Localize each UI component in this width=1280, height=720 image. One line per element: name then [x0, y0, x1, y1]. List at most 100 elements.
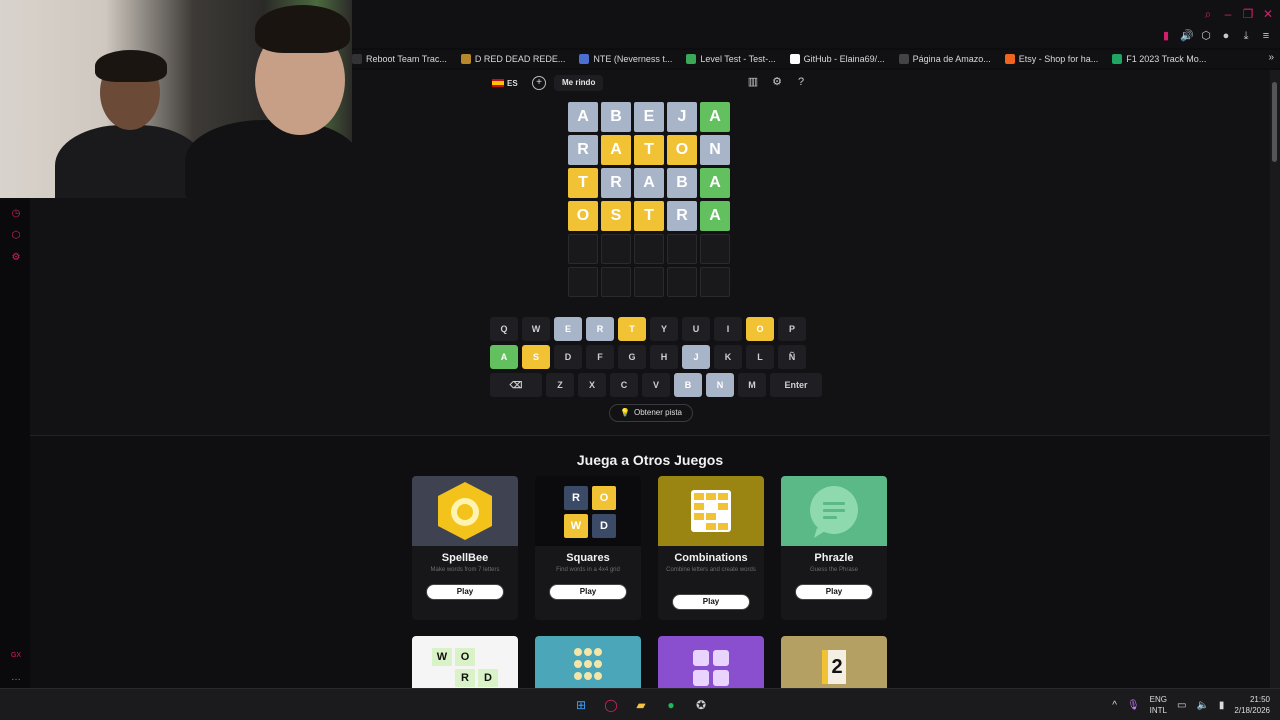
key-j[interactable]: J — [682, 345, 710, 369]
key-x[interactable]: X — [578, 373, 606, 397]
key-i[interactable]: I — [714, 317, 742, 341]
date: 2/18/2026 — [1234, 706, 1270, 715]
board-tile: B — [601, 102, 631, 132]
key-h[interactable]: H — [650, 345, 678, 369]
file-explorer-icon[interactable]: ▰ — [632, 696, 650, 714]
key-p[interactable]: P — [778, 317, 806, 341]
game-card-dots[interactable] — [535, 636, 641, 688]
card-subtitle: Guess the Phrase — [809, 567, 859, 573]
app-icon[interactable]: ✪ — [692, 696, 710, 714]
key-t[interactable]: T — [618, 317, 646, 341]
key-r[interactable]: R — [586, 317, 614, 341]
key-q[interactable]: Q — [490, 317, 518, 341]
key-d[interactable]: D — [554, 345, 582, 369]
gx-icon[interactable]: GX — [10, 650, 22, 662]
help-icon[interactable]: ? — [794, 75, 808, 89]
game-card-word[interactable]: W O R D — [412, 636, 518, 688]
search-icon[interactable]: ⌕ — [1202, 8, 1214, 20]
extensions-icon[interactable]: ⬡ — [10, 230, 22, 242]
spotify-icon[interactable]: ● — [662, 696, 680, 714]
game-card-squares[interactable]: R O W D Squares Find words in a 4x4 grid… — [535, 476, 641, 620]
volume-icon[interactable]: 🔊 — [1180, 30, 1194, 42]
settings-gear-icon[interactable]: ⚙ — [770, 75, 784, 89]
extensions-row: ▮ 🔊 ⬡ ● ⤓ ≡ — [1160, 30, 1272, 42]
minimize-icon[interactable]: – — [1222, 8, 1234, 20]
board-tile: T — [634, 201, 664, 231]
bookmark-item[interactable]: GitHub - Elaina69/... — [789, 54, 885, 64]
bookmarks-more-icon[interactable]: » — [1268, 52, 1274, 63]
game-card-combinations[interactable]: Combinations Combine letters and create … — [658, 476, 764, 620]
profile-icon[interactable]: ● — [1220, 30, 1232, 42]
input-language[interactable]: ENG INTL — [1150, 694, 1167, 716]
bookmark-item[interactable]: D RED DEAD REDE... — [460, 54, 565, 64]
key-n[interactable]: N — [706, 373, 734, 397]
hint-button[interactable]: 💡 Obtener pista — [609, 404, 693, 422]
close-icon[interactable]: ✕ — [1262, 8, 1274, 20]
microphone-icon[interactable]: 🎙 — [1127, 700, 1140, 711]
history-icon[interactable]: ◷ — [10, 208, 22, 220]
board-tile — [568, 234, 598, 264]
game-card-grid[interactable] — [658, 636, 764, 688]
board-tile — [700, 234, 730, 264]
give-up-button[interactable]: Me rindo — [554, 75, 604, 91]
key-o[interactable]: O — [746, 317, 774, 341]
more-icon[interactable]: … — [10, 672, 22, 684]
key-m[interactable]: M — [738, 373, 766, 397]
key-k[interactable]: K — [714, 345, 742, 369]
page-scrollbar[interactable] — [1270, 70, 1280, 688]
opera-gx-icon[interactable]: ◯ — [602, 696, 620, 714]
chevron-up-icon[interactable]: ^ — [1112, 700, 1117, 711]
bookmark-item[interactable]: Reboot Team Trac... — [352, 54, 447, 64]
stats-icon[interactable]: ▥ — [746, 75, 760, 89]
language-code: ES — [507, 78, 518, 88]
board-tile — [667, 267, 697, 297]
key-l[interactable]: L — [746, 345, 774, 369]
scroll-thumb[interactable] — [1272, 82, 1277, 162]
key-e[interactable]: E — [554, 317, 582, 341]
key-y[interactable]: Y — [650, 317, 678, 341]
card-subtitle: Combine letters and create words — [666, 567, 756, 573]
key-a[interactable]: A — [490, 345, 518, 369]
game-card-number[interactable]: 2 — [781, 636, 887, 688]
restore-icon[interactable]: ❐ — [1242, 8, 1254, 20]
key-s[interactable]: S — [522, 345, 550, 369]
backspace-key[interactable]: ⌫ — [490, 373, 542, 397]
key-ñ[interactable]: Ñ — [778, 345, 806, 369]
bookmark-item[interactable]: NTE (Neverness t... — [579, 54, 672, 64]
settings-icon[interactable]: ⚙ — [10, 252, 22, 264]
bookmark-item[interactable]: Level Test - Test-... — [686, 54, 776, 64]
key-v[interactable]: V — [642, 373, 670, 397]
language-selector[interactable]: ES — [492, 76, 518, 90]
menu-icon[interactable]: ≡ — [1260, 30, 1272, 42]
github-icon — [789, 54, 800, 64]
game-card-phrazle[interactable]: Phrazle Guess the Phrase Play — [781, 476, 887, 620]
play-button[interactable]: Play — [549, 584, 627, 600]
key-c[interactable]: C — [610, 373, 638, 397]
sidebar-toggle-icon[interactable]: ▮ — [1160, 30, 1172, 42]
clock[interactable]: 21:50 2/18/2026 — [1234, 694, 1270, 716]
play-button[interactable]: Play — [426, 584, 504, 600]
bookmark-item[interactable]: F1 2023 Track Mo... — [1112, 54, 1206, 64]
combinations-thumbnail — [658, 476, 764, 546]
key-z[interactable]: Z — [546, 373, 574, 397]
extension-icon[interactable]: ⬡ — [1200, 30, 1212, 42]
play-button[interactable]: Play — [795, 584, 873, 600]
new-game-icon[interactable]: + — [532, 76, 546, 90]
battery-icon[interactable]: ▮ — [1219, 700, 1225, 711]
bookmark-item[interactable]: Página de Amazo... — [898, 54, 991, 64]
system-tray: ^ 🎙 ENG INTL ▭ 🔈 ▮ 21:50 2/18/2026 — [1112, 694, 1270, 716]
network-icon[interactable]: ▭ — [1177, 700, 1186, 711]
key-g[interactable]: G — [618, 345, 646, 369]
windows-start-icon[interactable]: ⊞ — [572, 696, 590, 714]
key-w[interactable]: W — [522, 317, 550, 341]
speaker-icon[interactable]: 🔈 — [1196, 700, 1208, 711]
key-u[interactable]: U — [682, 317, 710, 341]
key-b[interactable]: B — [674, 373, 702, 397]
key-f[interactable]: F — [586, 345, 614, 369]
game-card-spellbee[interactable]: SpellBee Make words from 7 letters Play — [412, 476, 518, 620]
bookmark-item[interactable]: Etsy - Shop for ha... — [1004, 54, 1098, 64]
enter-key[interactable]: Enter — [770, 373, 822, 397]
rdr-icon — [460, 54, 471, 64]
download-icon[interactable]: ⤓ — [1240, 30, 1252, 42]
play-button[interactable]: Play — [672, 594, 750, 610]
